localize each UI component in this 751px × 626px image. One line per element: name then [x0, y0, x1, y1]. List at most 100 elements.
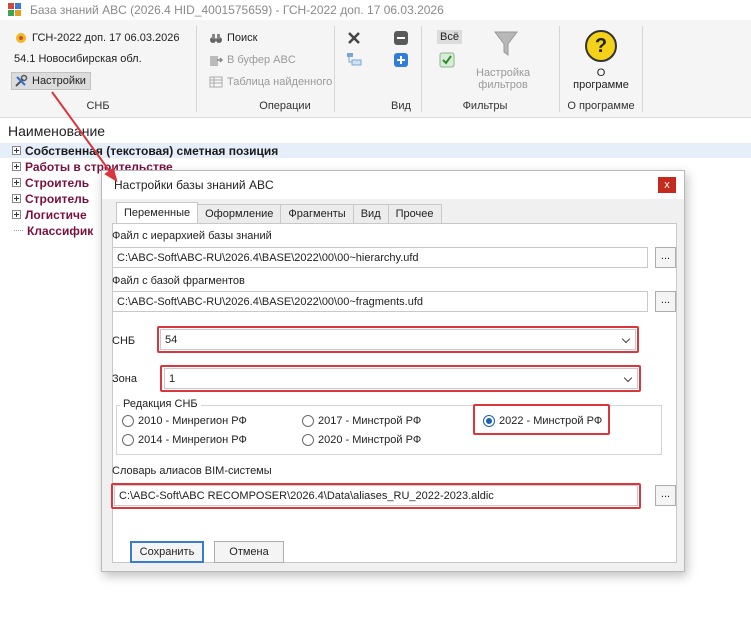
- about-line2: программе: [573, 79, 629, 91]
- settings-button[interactable]: Настройки: [11, 72, 91, 90]
- group-label-snb: СНБ: [86, 100, 110, 112]
- tree-row[interactable]: Собственная (текстовая) сметная позиция: [0, 143, 751, 158]
- all-filter-label: Всё: [440, 31, 459, 43]
- dialog-close-button[interactable]: x: [658, 177, 676, 193]
- check-icon[interactable]: [439, 52, 455, 68]
- filter-settings-line2: фильтров: [478, 79, 528, 91]
- expand-toggle[interactable]: [12, 178, 21, 187]
- zone-label: Зона: [112, 373, 137, 385]
- expand-toggle[interactable]: [12, 146, 21, 155]
- about-line1: О: [596, 67, 606, 79]
- tree-row-label: Логистиче: [25, 207, 87, 222]
- window-title: База знаний ABC (2026.4 HID_4001575659) …: [30, 3, 444, 17]
- tab-variables[interactable]: Переменные: [116, 202, 199, 223]
- app-icon: [8, 3, 22, 17]
- fragments-file-label: Файл с базой фрагментов: [112, 275, 245, 287]
- tab-fragments[interactable]: Фрагменты: [280, 204, 354, 223]
- help-icon: ?: [585, 30, 617, 62]
- tools-icon: [14, 74, 28, 88]
- radio-edition-2010[interactable]: 2010 - Минрегион РФ: [122, 415, 247, 427]
- snb-label: СНБ: [112, 335, 136, 347]
- dialog-titlebar: Настройки базы знаний ABC x: [102, 171, 684, 199]
- group-label-view: Вид: [391, 100, 411, 112]
- window-titlebar: База знаний ABC (2026.4 HID_4001575659) …: [0, 0, 751, 20]
- found-table-button[interactable]: Таблица найденного: [209, 75, 332, 89]
- cancel-button[interactable]: Отмена: [214, 541, 284, 563]
- group-label-about: О программе: [567, 100, 635, 112]
- funnel-icon: [494, 30, 518, 58]
- group-label-operations: Операции: [259, 100, 311, 112]
- tree-row-label: Классифик: [27, 223, 94, 238]
- ribbon-group-snb: ГСН-2022 доп. 17 06.03.2026 54.1 Новосиб…: [0, 20, 196, 118]
- tree-view-icon[interactable]: [346, 51, 362, 67]
- to-buffer-button[interactable]: В буфер ABC: [209, 53, 296, 67]
- radio-label: 2010 - Минрегион РФ: [138, 415, 247, 427]
- table-icon: [209, 75, 223, 89]
- collapse-icon[interactable]: [393, 30, 409, 46]
- settings-label: Настройки: [32, 75, 86, 87]
- search-button[interactable]: Поиск: [209, 31, 257, 45]
- close-x-icon[interactable]: [346, 30, 362, 46]
- radio-dot: [302, 415, 314, 427]
- filter-settings-button[interactable]: Настройка фильтров: [476, 67, 530, 91]
- radio-edition-2014[interactable]: 2014 - Минрегион РФ: [122, 434, 247, 446]
- tab-panel-variables: [112, 223, 677, 563]
- radio-edition-2020[interactable]: 2020 - Минстрой РФ: [302, 434, 421, 446]
- radio-label: 2014 - Минрегион РФ: [138, 434, 247, 446]
- highlight-frame: [473, 404, 610, 435]
- filter-settings-line1: Настройка: [476, 67, 531, 79]
- dialog-tabs: Переменные Оформление Фрагменты Вид Проч…: [116, 202, 442, 223]
- highlight-frame: [157, 326, 639, 353]
- hierarchy-file-field[interactable]: C:\ABC-Soft\ABC-RU\2026.4\BASE\2022\00\0…: [112, 247, 648, 268]
- radio-dot: [122, 415, 134, 427]
- ribbon-group-view: Вид: [383, 20, 419, 118]
- search-label: Поиск: [227, 32, 258, 44]
- radio-label: 2020 - Минстрой РФ: [318, 434, 422, 446]
- expand-toggle[interactable]: [12, 210, 21, 219]
- edition-groupbox-title: Редакция СНБ: [120, 398, 201, 410]
- tree-row-label: Строитель: [25, 175, 90, 190]
- buffer-icon: [209, 53, 224, 67]
- expand-toggle[interactable]: [12, 162, 21, 171]
- tree-connector: [14, 230, 23, 231]
- dialog-title: Настройки базы знаний ABC: [114, 178, 274, 192]
- all-filter-button[interactable]: Всё: [437, 30, 462, 44]
- region-label: 54.1 Новосибирская обл.: [14, 53, 142, 65]
- radio-edition-2017[interactable]: 2017 - Минстрой РФ: [302, 415, 421, 427]
- about-button[interactable]: О программе: [572, 67, 630, 91]
- group-label-filters: Фильтры: [462, 100, 508, 112]
- fragments-browse-button[interactable]: ...: [655, 291, 676, 312]
- norm-base-label: ГСН-2022 доп. 17 06.03.2026: [32, 32, 180, 44]
- save-button[interactable]: Сохранить: [130, 541, 204, 563]
- tree-row-label: Строитель: [25, 191, 90, 206]
- tab-formatting[interactable]: Оформление: [197, 204, 282, 223]
- found-table-label: Таблица найденного: [227, 76, 333, 88]
- ribbon-separator: [334, 26, 335, 112]
- hierarchy-file-label: Файл с иерархией базы знаний: [112, 230, 272, 242]
- tab-view[interactable]: Вид: [352, 204, 389, 223]
- fragments-file-field[interactable]: C:\ABC-Soft\ABC-RU\2026.4\BASE\2022\00\0…: [112, 291, 648, 312]
- highlight-frame: [160, 365, 641, 392]
- ribbon-group-about: ? О программе О программе: [560, 20, 642, 118]
- hierarchy-browse-button[interactable]: ...: [655, 247, 676, 268]
- highlight-frame: [111, 483, 641, 509]
- norm-base-icon: [14, 31, 28, 45]
- ribbon-group-filters: Всё Настройка фильтров Фильтры: [422, 20, 548, 118]
- bim-aliases-label: Словарь алиасов BIM-системы: [112, 465, 272, 477]
- to-buffer-label: В буфер ABC: [227, 54, 296, 66]
- expand-toggle[interactable]: [12, 194, 21, 203]
- ribbon-separator: [642, 26, 643, 112]
- bim-aliases-browse-button[interactable]: ...: [655, 485, 676, 506]
- tree-column-header[interactable]: Наименование: [0, 123, 751, 141]
- radio-dot: [302, 434, 314, 446]
- radio-dot: [122, 434, 134, 446]
- tab-other[interactable]: Прочее: [387, 204, 442, 223]
- settings-dialog: Настройки базы знаний ABC x Переменные О…: [101, 170, 685, 572]
- ribbon: ГСН-2022 доп. 17 06.03.2026 54.1 Новосиб…: [0, 20, 751, 118]
- radio-label: 2017 - Минстрой РФ: [318, 415, 422, 427]
- tree-row-label: Собственная (текстовая) сметная позиция: [25, 143, 279, 158]
- expand-icon[interactable]: [393, 52, 409, 68]
- region-selector[interactable]: 54.1 Новосибирская обл.: [14, 53, 142, 65]
- binoculars-icon: [209, 31, 223, 45]
- norm-base-selector[interactable]: ГСН-2022 доп. 17 06.03.2026: [14, 31, 180, 45]
